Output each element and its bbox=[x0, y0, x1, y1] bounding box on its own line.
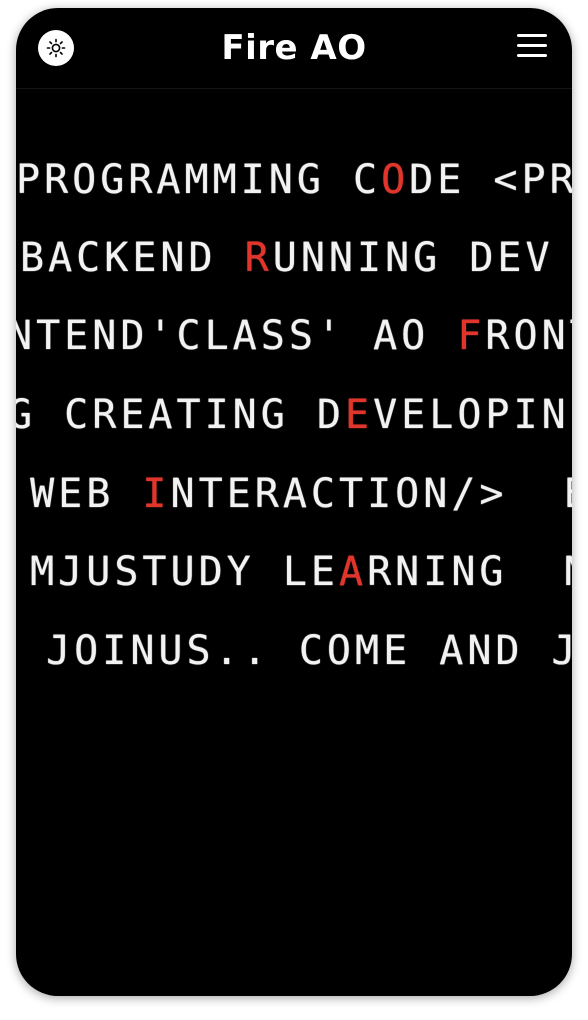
ticker-highlight-letter: I bbox=[142, 471, 171, 517]
ticker-text: JOINUS.. COME AND J bbox=[18, 628, 572, 674]
ticker-text: MJUSTUDY LE bbox=[16, 549, 339, 595]
ticker-text: BACKEND bbox=[20, 235, 245, 281]
ticker-text: RONT bbox=[485, 313, 572, 359]
ticker-text: RNING N bbox=[367, 549, 572, 595]
ticker-highlight-letter: A bbox=[338, 549, 368, 595]
ticker-text: NTEND'CLASS' AO bbox=[16, 313, 458, 359]
ticker-text: UNNING DEV bbox=[272, 235, 572, 281]
hamburger-menu-button[interactable] bbox=[516, 34, 548, 62]
code-ticker: PROGRAMMING CODE <PR BACKEND RUNNING DEV… bbox=[16, 8, 572, 996]
ticker-highlight-letter: O bbox=[381, 157, 410, 203]
ticker-highlight-letter: E bbox=[344, 392, 374, 438]
ticker-text: WEB bbox=[16, 471, 143, 517]
brand-title[interactable]: Fire AO bbox=[16, 26, 572, 70]
ticker-highlight-letter: R bbox=[244, 235, 273, 281]
ticker-row: PROGRAMMING CODE <PR bbox=[16, 156, 572, 204]
ticker-row: JOINUS.. COME AND J bbox=[18, 627, 572, 675]
ticker-row: MJUSTUDY LEARNING N bbox=[16, 548, 572, 596]
ticker-text: PROGRAMMING C bbox=[16, 157, 382, 203]
ticker-row: WEB INTERACTION/> E bbox=[16, 470, 572, 518]
top-header: Fire AO bbox=[16, 8, 572, 89]
ticker-row: BACKEND RUNNING DEV bbox=[20, 234, 572, 282]
phone-frame: PROGRAMMING CODE <PR BACKEND RUNNING DEV… bbox=[16, 8, 572, 996]
ticker-text: G CREATING D bbox=[16, 392, 345, 438]
ticker-row: G CREATING DEVELOPIN bbox=[16, 391, 570, 439]
ticker-text: NTERACTION/> E bbox=[170, 471, 572, 517]
ticker-text: VELOPIN bbox=[373, 392, 570, 438]
ticker-text: DE <PR bbox=[409, 157, 572, 203]
hamburger-menu-icon bbox=[516, 34, 548, 57]
ticker-row: NTEND'CLASS' AO FRONT bbox=[16, 312, 572, 360]
ticker-highlight-letter: F bbox=[457, 313, 486, 359]
